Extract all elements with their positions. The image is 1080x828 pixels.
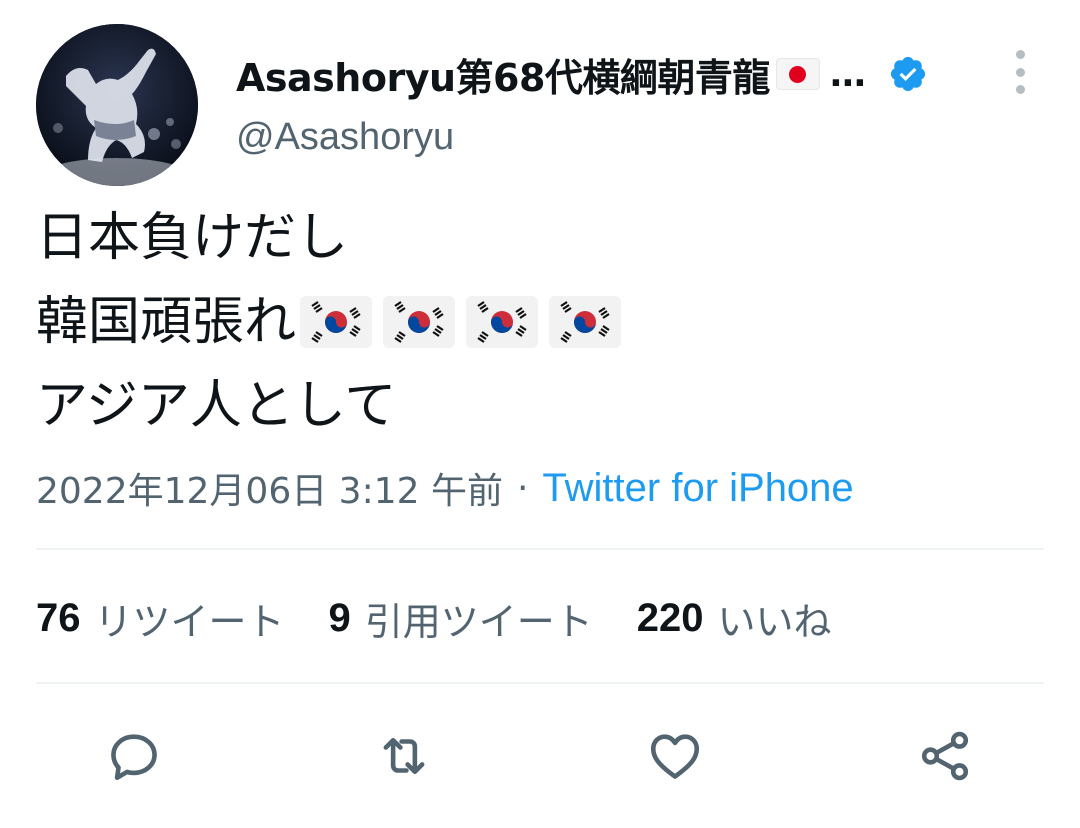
more-options-icon[interactable]: [1006, 50, 1034, 94]
name-truncation: …: [829, 53, 866, 95]
flag-south-korea-icon: [549, 296, 622, 348]
retweets-stat[interactable]: 76 リツイート: [36, 591, 285, 646]
flag-south-korea-icon: [300, 296, 373, 348]
quotes-count: 9: [328, 595, 351, 640]
tweet-stats: 76 リツイート 9 引用ツイート 220 いいね: [36, 590, 832, 646]
author-avatar[interactable]: [36, 24, 198, 186]
like-button[interactable]: [643, 724, 707, 788]
verified-badge-icon: [890, 56, 925, 92]
share-button[interactable]: [913, 724, 977, 788]
tweet-line-3: アジア人として: [36, 376, 397, 436]
flag-japan-icon: [775, 58, 820, 90]
retweet-button[interactable]: [372, 724, 436, 788]
likes-stat[interactable]: 220 いいね: [637, 591, 832, 646]
share-icon: [921, 731, 969, 781]
retweets-count: 76: [36, 595, 81, 640]
tweet-timestamp[interactable]: 2022年12月06日 3:12 午前: [36, 462, 503, 514]
quotes-stat[interactable]: 9 引用ツイート: [329, 591, 593, 646]
tweet-meta: 2022年12月06日 3:12 午前 · Twitter for iPhone: [36, 462, 854, 514]
divider-top: [36, 548, 1044, 550]
retweet-icon: [383, 737, 425, 775]
flag-south-korea-icon: [466, 296, 539, 348]
flag-south-korea-icon: [383, 296, 456, 348]
like-icon: [650, 734, 700, 779]
meta-separator: ·: [516, 467, 529, 509]
tweet-line-2-text: 韓国頑張れ: [36, 292, 297, 352]
author-display-name[interactable]: Asashoryu第68代横綱朝青龍: [236, 47, 770, 102]
likes-count: 220: [636, 595, 704, 640]
tweet-actions: [0, 724, 1080, 788]
retweets-label: リツイート: [94, 599, 285, 644]
quotes-label: 引用ツイート: [364, 599, 593, 644]
likes-label: いいね: [717, 599, 832, 644]
author-name-row[interactable]: Asashoryu第68代横綱朝青龍 …: [236, 48, 976, 100]
author-handle[interactable]: @Asashoryu: [236, 116, 454, 159]
reply-button[interactable]: [102, 724, 166, 788]
tweet-text: 日本負けだし 韓国頑張れ アジア人として: [36, 196, 622, 448]
divider-bottom: [36, 682, 1044, 684]
tweet-line-2: 韓国頑張れ: [36, 280, 622, 364]
tweet-source-link[interactable]: Twitter for iPhone: [542, 466, 853, 511]
reply-icon: [111, 734, 157, 781]
tweet-line-1: 日本負けだし: [36, 208, 349, 268]
